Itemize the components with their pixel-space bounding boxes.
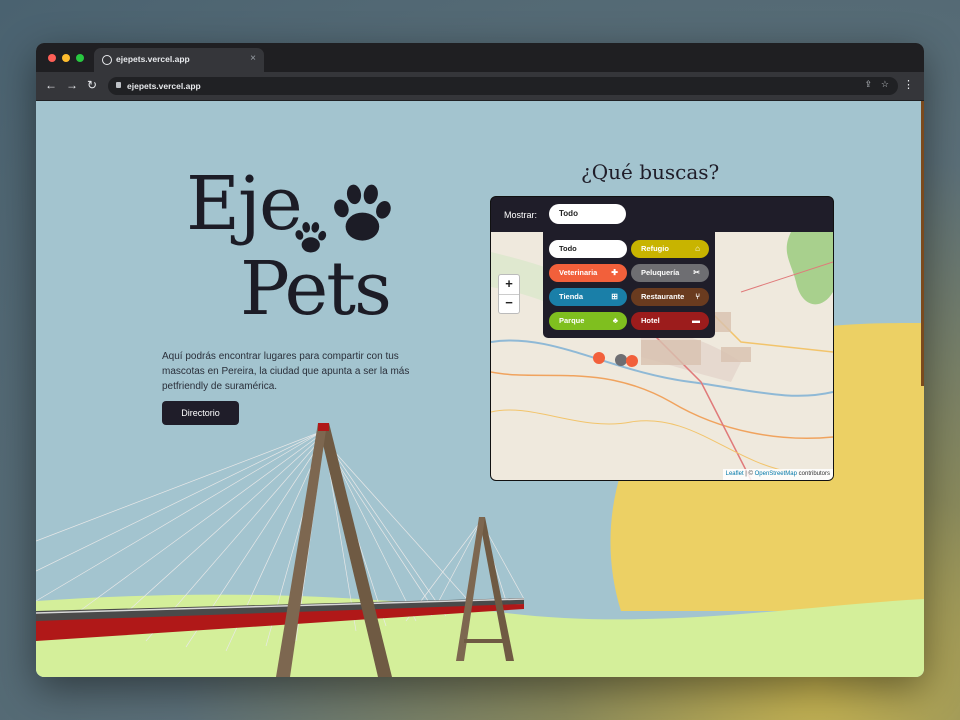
browser-toolbar: ← → ↻ ejepets.vercel.app ⇪ ☆ ⋮	[36, 72, 924, 101]
browser-window: ejepets.vercel.app × ← → ↻ ejepets.verce…	[36, 43, 924, 677]
attribution-sep: | ©	[743, 471, 755, 477]
option-veterinaria[interactable]: Veterinaria ✚	[549, 264, 627, 282]
tab-bar: ejepets.vercel.app ×	[36, 43, 924, 72]
option-tienda[interactable]: Tienda ⊞	[549, 288, 627, 306]
option-todo-label: Todo	[559, 244, 577, 253]
lock-icon	[116, 82, 121, 88]
share-icon[interactable]: ⇪	[864, 79, 872, 90]
option-refugio[interactable]: Refugio ⌂	[631, 240, 709, 258]
attribution-tail: contributors	[796, 471, 830, 477]
option-tienda-label: Tienda	[559, 292, 584, 301]
close-window-button[interactable]	[48, 54, 56, 62]
paw-icon	[334, 184, 391, 241]
veterinaria-marker-2[interactable]	[626, 355, 638, 367]
map-attribution: Leaflet | © OpenStreetMap contributors	[722, 469, 833, 480]
category-select[interactable]: Todo	[549, 204, 626, 224]
option-parque-label: Parque	[559, 316, 585, 325]
address-bar[interactable]: ejepets.vercel.app ⇪ ☆	[108, 77, 898, 95]
scrollbar[interactable]	[921, 101, 924, 677]
mostrar-label: Mostrar:	[504, 210, 538, 220]
zoom-control: + −	[498, 274, 520, 314]
browser-menu-button[interactable]: ⋮	[903, 78, 914, 91]
zoom-in-button[interactable]: +	[499, 275, 519, 295]
option-veterinaria-label: Veterinaria	[559, 268, 598, 277]
url-text: ejepets.vercel.app	[127, 81, 201, 91]
page-content: Eje Pets Aquí podrás encontrar lugares p…	[36, 101, 924, 677]
option-peluqueria[interactable]: Peluquería ✂	[631, 264, 709, 282]
search-heading: ¿Qué buscas?	[581, 160, 720, 184]
maximize-window-button[interactable]	[76, 54, 84, 62]
leaflet-link[interactable]: Leaflet	[726, 471, 744, 477]
forward-button[interactable]: →	[66, 78, 78, 92]
map-card: Mostrar: Todo + − Leaflet | © OpenStreet…	[490, 196, 834, 481]
minimize-window-button[interactable]	[62, 54, 70, 62]
option-peluqueria-label: Peluquería	[641, 268, 680, 277]
bed-icon: ▬	[692, 316, 700, 325]
star-icon[interactable]: ☆	[881, 79, 889, 90]
option-todo[interactable]: Todo	[549, 240, 627, 258]
option-restaurante-label: Restaurante	[641, 292, 685, 301]
veterinaria-marker[interactable]	[593, 352, 605, 364]
hero-description: Aquí podrás encontrar lugares para compa…	[162, 351, 410, 392]
tab-close-icon[interactable]: ×	[250, 53, 256, 64]
vet-icon: ✚	[611, 268, 618, 277]
directorio-button[interactable]: Directorio	[162, 401, 239, 425]
option-restaurante[interactable]: Restaurante ⑂	[631, 288, 709, 306]
category-dropdown: Todo Refugio ⌂ Veterinaria ✚ Peluquería ✂ T…	[543, 232, 715, 338]
basket-icon: ⊞	[611, 292, 618, 301]
small-paw-icon	[295, 222, 327, 253]
osm-link[interactable]: OpenStreetMap	[755, 471, 797, 477]
option-hotel-label: Hotel	[641, 316, 660, 325]
tab-title: ejepets.vercel.app	[116, 54, 190, 64]
house-icon: ⌂	[695, 244, 700, 253]
reload-button[interactable]: ↻	[87, 78, 97, 92]
logo-text-pets: Pets	[240, 246, 392, 332]
browser-tab[interactable]: ejepets.vercel.app ×	[94, 48, 264, 72]
tree-icon: ♣	[612, 316, 618, 325]
option-refugio-label: Refugio	[641, 244, 669, 253]
fork-icon: ⑂	[695, 292, 700, 301]
scissors-icon: ✂	[693, 268, 700, 277]
option-parque[interactable]: Parque ♣	[549, 312, 627, 330]
back-button[interactable]: ←	[45, 78, 57, 92]
option-hotel[interactable]: Hotel ▬	[631, 312, 709, 330]
logo-text-eje: Eje	[186, 161, 303, 247]
site-favicon-icon	[102, 55, 112, 65]
scrollbar-thumb[interactable]	[921, 101, 924, 386]
zoom-out-button[interactable]: −	[499, 294, 519, 313]
peluqueria-marker[interactable]	[615, 354, 627, 366]
